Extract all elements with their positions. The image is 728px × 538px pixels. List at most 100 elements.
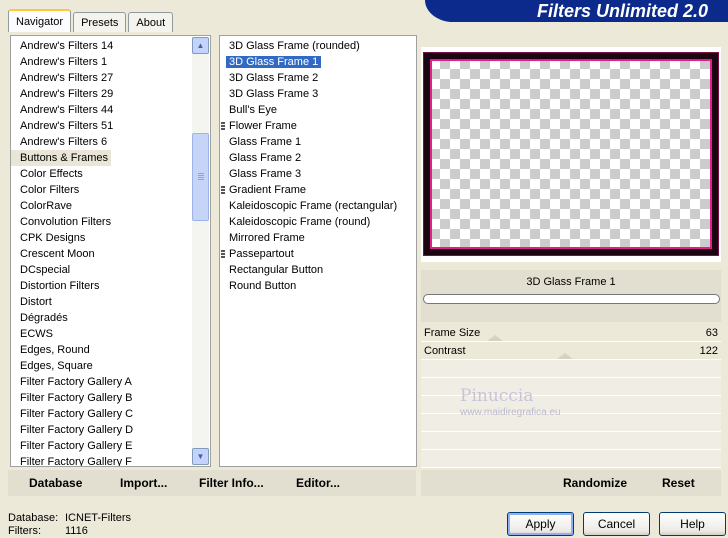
param-slot-empty [421,360,721,378]
watermark-url: www.maidiregrafica.eu [460,407,561,418]
scroll-up-arrow-icon[interactable]: ▲ [192,37,209,54]
category-item[interactable]: Crescent Moon [11,246,191,262]
category-item-label: DCspecial [20,264,71,276]
category-item[interactable]: Convolution Filters [11,214,191,230]
preview-area [421,47,721,262]
filter-name-area: 3D Glass Frame 1 [421,270,721,322]
category-item[interactable]: ECWS [11,326,191,342]
category-item-label: Andrew's Filters 6 [20,136,108,148]
filter-item[interactable]: 3D Glass Frame (rounded) [220,38,416,54]
group-marker-icon [221,122,225,131]
filter-item-label: Kaleidoscopic Frame (rectangular) [229,200,398,212]
filter-item[interactable]: 3D Glass Frame 3 [220,86,416,102]
left-button-bar: Database Import... Filter Info... Editor… [8,470,416,496]
category-item[interactable]: Filter Factory Gallery E [11,438,191,454]
filter-info-button[interactable]: Filter Info... [199,476,264,490]
filter-item-label: Gradient Frame [229,184,307,196]
category-item[interactable]: Buttons & Frames [11,150,112,166]
category-item[interactable]: Filter Factory Gallery A [11,374,191,390]
filter-item[interactable]: Round Button [220,278,416,294]
randomize-button[interactable]: Randomize [563,476,627,490]
scroll-thumb[interactable] [192,133,209,221]
category-item[interactable]: DCspecial [11,262,191,278]
filter-item-label: Passepartout [229,248,294,260]
reset-button[interactable]: Reset [662,476,695,490]
filter-item-label: Glass Frame 3 [229,168,302,180]
filter-item[interactable]: Bull's Eye [220,102,416,118]
param-frame-size[interactable]: Frame Size 63 [421,324,721,342]
filter-item-label: 3D Glass Frame 1 [226,56,322,68]
filter-item[interactable]: Mirrored Frame [220,230,416,246]
tab-presets[interactable]: Presets [73,12,127,32]
filter-item-label: Glass Frame 1 [229,136,302,148]
right-button-bar: Randomize Reset [421,470,721,496]
category-item[interactable]: ColorRave [11,198,191,214]
filter-item[interactable]: Passepartout [220,246,416,262]
category-item[interactable]: Andrew's Filters 14 [11,38,191,54]
param-contrast[interactable]: Contrast 122 [421,342,721,360]
scroll-down-arrow-icon[interactable]: ▼ [192,448,209,465]
filter-item-label: Flower Frame [229,120,297,132]
category-item-label: Filter Factory Gallery B [20,392,133,404]
category-item[interactable]: Dégradés [11,310,191,326]
category-item-label: Color Effects [20,168,83,180]
filter-item-label: Rectangular Button [229,264,324,276]
status-database-value: ICNET-Filters [65,512,131,524]
category-item-label: Andrew's Filters 1 [20,56,108,68]
apply-button[interactable]: Apply [507,512,574,536]
category-item[interactable]: Andrew's Filters 27 [11,70,191,86]
category-item[interactable]: Andrew's Filters 51 [11,118,191,134]
category-item[interactable]: Andrew's Filters 44 [11,102,191,118]
tab-navigator[interactable]: Navigator [8,9,72,32]
category-list-panel: Andrew's Filters 14 Andrew's Filters 1 And… [10,35,211,467]
category-list[interactable]: Andrew's Filters 14 Andrew's Filters 1 And… [11,38,191,466]
filter-item[interactable]: Glass Frame 3 [220,166,416,182]
category-item-label: Color Filters [20,184,80,196]
category-item[interactable]: Filter Factory Gallery F [11,454,191,466]
filter-list[interactable]: 3D Glass Frame (rounded) 3D Glass Frame 1… [220,38,416,294]
category-item[interactable]: Distortion Filters [11,278,191,294]
category-item[interactable]: Filter Factory Gallery C [11,406,191,422]
category-item[interactable]: Edges, Round [11,342,191,358]
current-filter-name: 3D Glass Frame 1 [526,276,616,288]
slider-marker-icon [557,353,573,359]
category-item-label: Crescent Moon [20,248,95,260]
category-item-label: CPK Designs [20,232,86,244]
group-marker-icon [221,250,225,259]
category-item-label: ECWS [20,328,53,340]
category-item[interactable]: Filter Factory Gallery B [11,390,191,406]
category-item[interactable]: Andrew's Filters 29 [11,86,191,102]
filter-item[interactable]: 3D Glass Frame 2 [220,70,416,86]
editor-button[interactable]: Editor... [296,476,340,490]
database-button[interactable]: Database [29,476,82,490]
category-item[interactable]: Filter Factory Gallery D [11,422,191,438]
help-button[interactable]: Help [659,512,726,536]
filter-item[interactable]: Flower Frame [220,118,416,134]
category-scrollbar[interactable]: ▲ ▼ [192,37,209,465]
import-button[interactable]: Import... [120,476,167,490]
slider-marker-icon [487,335,503,341]
category-item[interactable]: Distort [11,294,191,310]
tab-bar: Navigator Presets About [8,9,175,32]
category-item[interactable]: Andrew's Filters 6 [11,134,191,150]
category-item[interactable]: Andrew's Filters 1 [11,54,191,70]
param-label: Contrast [424,345,466,357]
filter-item[interactable]: Kaleidoscopic Frame (round) [220,214,416,230]
filter-item[interactable]: Glass Frame 1 [220,134,416,150]
filter-item[interactable]: 3D Glass Frame 1 [220,54,416,70]
param-label: Frame Size [424,327,481,339]
category-item[interactable]: Color Filters [11,182,191,198]
category-item[interactable]: CPK Designs [11,230,191,246]
tab-about[interactable]: About [128,12,174,32]
category-item[interactable]: Color Effects [11,166,191,182]
category-item-label: ColorRave [20,200,72,212]
category-item[interactable]: Edges, Square [11,358,191,374]
cancel-button[interactable]: Cancel [583,512,650,536]
filter-item[interactable]: Gradient Frame [220,182,416,198]
filter-item[interactable]: Kaleidoscopic Frame (rectangular) [220,198,416,214]
filter-item[interactable]: Glass Frame 2 [220,150,416,166]
category-item-label: Filter Factory Gallery D [20,424,134,436]
filter-item[interactable]: Rectangular Button [220,262,416,278]
category-item-label: Andrew's Filters 14 [20,40,114,52]
category-item-label: Filter Factory Gallery A [20,376,132,388]
